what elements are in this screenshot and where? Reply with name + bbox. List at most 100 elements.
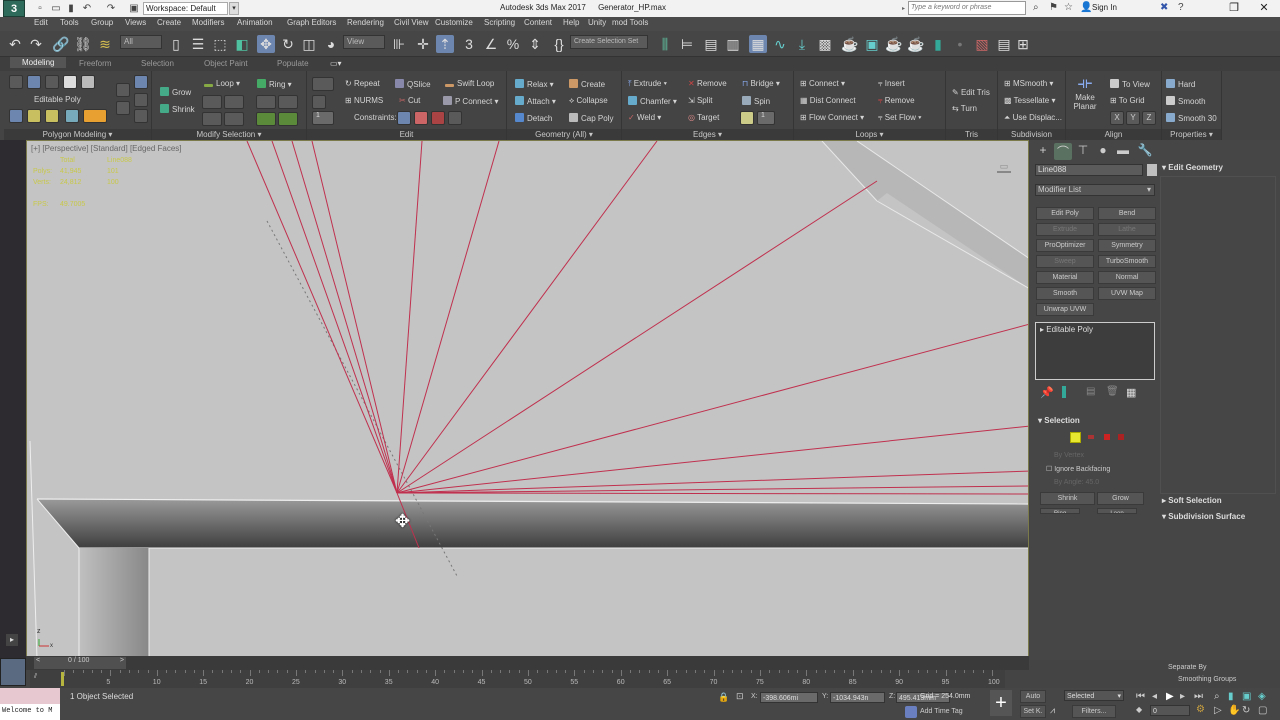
use-displacement-button[interactable]: ⏶ Use Displac... [1004, 113, 1062, 123]
scene-explorer-icon[interactable]: ▦ [749, 35, 767, 53]
spin-button[interactable]: Spin [742, 96, 770, 106]
grow-selection-button[interactable]: Grow [1097, 492, 1144, 505]
pivot-center-icon[interactable]: ⊪ [390, 35, 408, 53]
favorites-star-icon[interactable]: ☆ [1064, 2, 1073, 13]
qslice-button[interactable]: QSlice [395, 79, 431, 89]
detach-button[interactable]: Detach [515, 113, 552, 123]
repeat-button[interactable]: ↻ Repeat [345, 79, 380, 88]
zoom-icon[interactable]: ⌕ [1214, 691, 1220, 702]
shrink-selection-button[interactable]: Shrink [1040, 492, 1095, 505]
menu-create[interactable]: Create [157, 18, 181, 27]
show-end-result-icon[interactable] [65, 109, 79, 123]
edit-geometry-rollout-header[interactable]: ▾ Edit Geometry [1162, 163, 1223, 172]
mirror-icon[interactable]: ⫼ [656, 35, 674, 53]
spinner-snap-icon[interactable]: ⇕ [526, 35, 544, 53]
modifier-button-uvw-map[interactable]: UVW Map [1098, 287, 1156, 300]
modifier-button-normal[interactable]: Normal [1098, 271, 1156, 284]
vertex-mode-icon[interactable] [9, 75, 23, 89]
maxscript-output[interactable] [0, 688, 60, 704]
mini-curve-editor-toggle-icon[interactable] [0, 658, 26, 686]
tweak-icon[interactable] [312, 95, 326, 109]
x-coordinate-field[interactable]: -398.606mi [760, 692, 818, 703]
create-button[interactable]: Create [569, 79, 605, 89]
curve-editor-icon[interactable]: ⫽ [34, 673, 37, 681]
split-button[interactable]: ⇲ Split [688, 96, 713, 105]
select-link-icon[interactable]: 🔗 [52, 35, 70, 53]
edges-spinner[interactable]: 1 [757, 111, 775, 125]
menu-graph-editors[interactable]: Graph Editors [287, 18, 336, 27]
zoom-extents-all-icon[interactable]: ◈ [1258, 691, 1266, 702]
smooth-30-button[interactable]: Smooth 30 [1166, 113, 1217, 123]
communication-center-icon[interactable]: ⚑ [1049, 2, 1058, 13]
align-x-button[interactable]: X [1110, 111, 1124, 125]
ignore-backfacing-checkbox[interactable]: ☐ Ignore Backfacing [1046, 465, 1110, 473]
modifier-button-smooth[interactable]: Smooth [1036, 287, 1094, 300]
swift-loop-button[interactable]: Swift Loop [445, 79, 494, 88]
ring-shift-up-icon[interactable] [256, 95, 276, 109]
current-frame-field[interactable]: 0 [1150, 705, 1190, 716]
stack-item-editable-poly[interactable]: ▸ Editable Poly [1036, 323, 1154, 336]
menu-views[interactable]: Views [125, 18, 146, 27]
group-label[interactable]: Polygon Modeling ▾ [4, 129, 151, 140]
p-connect-button[interactable]: P Connect ▾ [443, 96, 498, 106]
object-name-field[interactable]: Line088 [1035, 164, 1143, 176]
menu-scripting[interactable]: Scripting [484, 18, 515, 27]
filters-button[interactable]: Filters... [1072, 705, 1116, 718]
cut-button[interactable]: ✂ Cut [399, 96, 420, 105]
ring-shift-down-icon[interactable] [278, 95, 298, 109]
keyboard-shortcut-override-icon[interactable]: ⇡ [436, 35, 454, 53]
bind-space-warp-icon[interactable]: ≋ [96, 35, 114, 53]
track-bar[interactable]: ⫽ 5 10 15 20 25 30 35 40 45 50 55 60 65 70 75 80 85 90 95 1… [30, 670, 1005, 688]
modifier-list-dropdown[interactable]: Modifier List ▾ [1035, 184, 1155, 196]
zoom-all-icon[interactable]: ▮ [1228, 691, 1234, 702]
make-planar-button[interactable]: ⟛ Make Planar [1072, 75, 1098, 111]
exchange-apps-icon[interactable]: ✖ [1160, 2, 1168, 13]
menu-animation[interactable]: Animation [237, 18, 273, 27]
by-angle-checkbox[interactable]: By Angle: 45.0 [1054, 479, 1099, 486]
group-label[interactable]: Loops ▾ [794, 129, 945, 140]
next-modifier-icon[interactable] [45, 109, 59, 123]
search-input[interactable]: Type a keyword or phrase [908, 1, 1026, 15]
schematic-view-icon[interactable]: ⤓ [793, 35, 811, 53]
constraint-normal-icon[interactable] [448, 111, 462, 125]
ring-mode-icon[interactable] [256, 112, 276, 126]
previous-modifier-icon[interactable] [27, 109, 41, 123]
toggle-ribbon-icon[interactable]: ▥ [724, 35, 742, 53]
modifier-button-bend[interactable]: Bend [1098, 207, 1156, 220]
render-production-icon[interactable]: ☕ [885, 35, 903, 53]
modifier-button-unwrap-uvw[interactable]: Unwrap UVW [1036, 303, 1094, 316]
collapse-stack-icon[interactable] [116, 83, 130, 97]
nurms-button[interactable]: ⊞ NURMS [345, 96, 383, 105]
help-icon[interactable]: ? [1178, 2, 1184, 13]
grow-button[interactable]: Grow [160, 87, 191, 97]
use-soft-selection-icon[interactable] [116, 101, 130, 115]
group-label[interactable]: Properties ▾ [1162, 129, 1221, 140]
menu-group[interactable]: Group [91, 18, 113, 27]
menu-customize[interactable]: Customize [435, 18, 473, 27]
key-filter-dropdown[interactable]: Selected ▾ [1064, 690, 1124, 701]
modifier-button-material[interactable]: Material [1036, 271, 1094, 284]
preview-selection-icon[interactable] [83, 109, 107, 123]
configure-modifier-sets-icon[interactable]: ▦ [1126, 386, 1136, 399]
maxscript-input[interactable]: Welcome to M [0, 704, 60, 720]
tab-selection[interactable]: Selection [141, 59, 174, 68]
pin-stack-icon[interactable]: 📌 [1040, 386, 1054, 399]
make-unique-icon[interactable]: ▤ [1086, 386, 1095, 397]
modify-mode-icon[interactable] [9, 109, 23, 123]
select-rotate-icon[interactable]: ↻ [279, 35, 297, 53]
extrude-button[interactable]: ⤒ Extrude ▾ [628, 79, 667, 89]
key-filters-icon[interactable]: ⩘ [1050, 705, 1055, 716]
select-manipulate-icon[interactable]: ✛ [414, 35, 432, 53]
menu-content[interactable]: Content [524, 18, 552, 27]
loop-button[interactable]: Loop ▾ [204, 79, 240, 88]
undo-icon[interactable]: ↶ [6, 35, 24, 53]
edge-subobject-icon[interactable] [1088, 435, 1094, 439]
chamfer-button[interactable]: Chamfer ▾ [628, 96, 677, 106]
ribbon-options-icon[interactable]: ▭▾ [330, 59, 342, 68]
y-coordinate-field[interactable]: -1034.943n [830, 692, 885, 703]
constraint-face-icon[interactable] [431, 111, 445, 125]
dot-loop-icon[interactable] [224, 112, 244, 126]
msmooth-button[interactable]: ⊞ MSmooth ▾ [1004, 79, 1053, 88]
remove-modifier-icon[interactable]: 🗑 [1106, 386, 1119, 397]
undo-icon[interactable]: ↶ [80, 2, 94, 15]
